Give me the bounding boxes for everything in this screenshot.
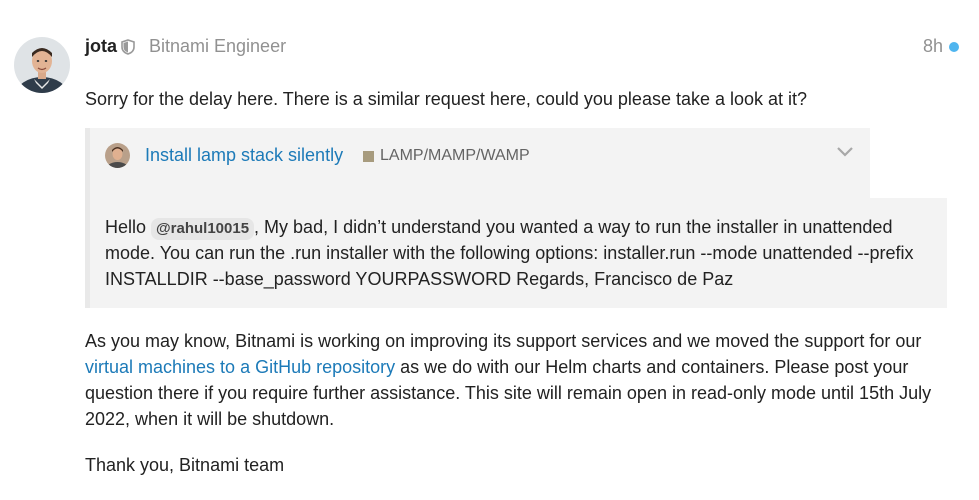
shield-icon [121,39,135,55]
quoted-user-avatar-icon[interactable] [105,143,130,168]
category-name[interactable]: LAMP/MAMP/WAMP [380,147,530,165]
category-color-icon [363,151,374,162]
username[interactable]: jota [85,36,117,57]
quote-body: Hello @rahul10015, My bad, I didn’t unde… [90,198,947,308]
user-title: Bitnami Engineer [149,36,287,56]
github-repository-link[interactable]: virtual machines to a GitHub repository [85,357,395,377]
quote-text-prefix: Hello [105,217,152,237]
chevron-down-icon[interactable] [836,145,854,159]
post-paragraph-3: Thank you, Bitnami team [85,455,285,475]
paragraph-2-text-before: As you may know, Bitnami is working on i… [85,331,922,351]
post-paragraph-2: As you may know, Bitnami is working on i… [85,328,965,432]
post-paragraph-1: Sorry for the delay here. There is a sim… [85,89,808,109]
quoted-topic-link[interactable]: Install lamp stack silently [145,145,343,166]
user-avatar-icon[interactable] [14,37,70,93]
post-header: jota Bitnami Engineer 8h [85,34,965,58]
quote-header[interactable]: Install lamp stack silently LAMP/MAMP/WA… [90,128,870,198]
forum-post: jota Bitnami Engineer 8h Sorry for the d… [0,0,979,500]
post-date[interactable]: 8h [923,36,943,57]
unread-indicator [949,42,959,52]
user-mention[interactable]: @rahul10015 [151,218,255,240]
